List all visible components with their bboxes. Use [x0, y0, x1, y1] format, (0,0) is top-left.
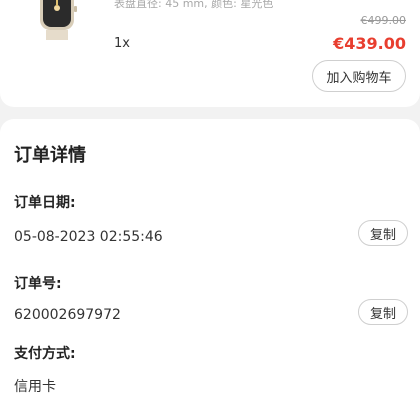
- order-details-card: 订单详情 订单日期: 05-08-2023 02:55:46 复制 订单号: 6…: [0, 119, 420, 420]
- order-number-label: 订单号:: [14, 276, 62, 292]
- copy-date-button[interactable]: 复制: [358, 220, 408, 246]
- order-number-value: 620002697972: [14, 307, 121, 323]
- copy-order-number-button[interactable]: 复制: [358, 299, 408, 325]
- product-card: 表盘直径: 45 mm, 颜色: 星光色 €499.00 1x €439.00 …: [0, 0, 420, 107]
- order-page: 表盘直径: 45 mm, 颜色: 星光色 €499.00 1x €439.00 …: [0, 0, 420, 420]
- order-date-label: 订单日期:: [14, 195, 76, 211]
- add-to-cart-button[interactable]: 加入购物车: [312, 60, 406, 92]
- current-price: €439.00: [333, 34, 406, 53]
- payment-method-value: 信用卡: [14, 379, 56, 395]
- original-price: €499.00: [360, 14, 407, 27]
- product-quantity: 1x: [114, 36, 130, 51]
- payment-method-label: 支付方式:: [14, 346, 76, 362]
- watch-image: [26, 0, 88, 40]
- product-spec: 表盘直径: 45 mm, 颜色: 星光色: [114, 0, 274, 10]
- section-title: 订单详情: [14, 145, 86, 166]
- order-date-value: 05-08-2023 02:55:46: [14, 229, 163, 245]
